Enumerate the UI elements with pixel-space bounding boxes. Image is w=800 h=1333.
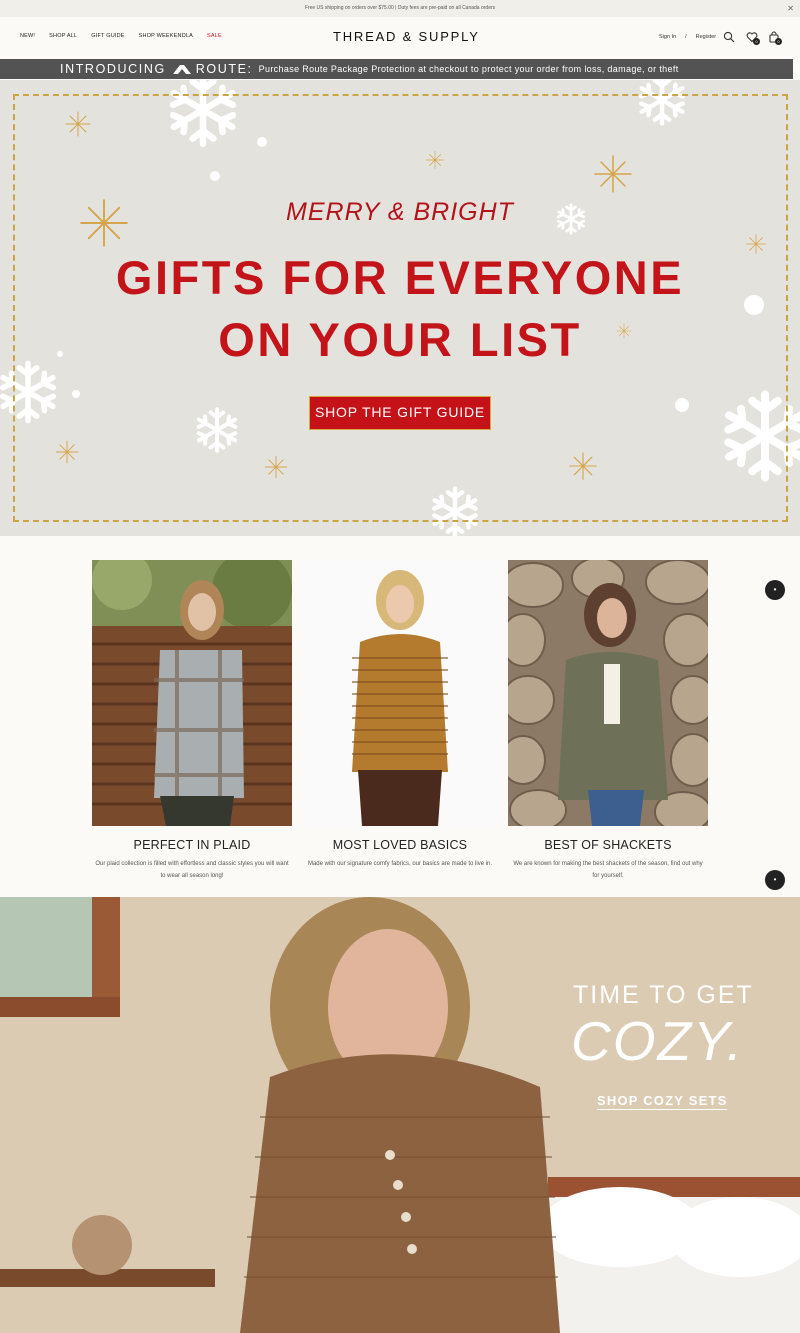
- sign-in-link[interactable]: Sign In: [659, 34, 676, 40]
- hero-kicker: MERRY & BRIGHT: [286, 198, 514, 226]
- shop-gift-guide-button[interactable]: SHOP THE GIFT GUIDE: [309, 396, 491, 430]
- nav-item-gift-guide[interactable]: GIFT GUIDE: [91, 33, 124, 39]
- gift-guide-hero: MERRY & BRIGHT GIFTS FOR EVERYONE ON YOU…: [0, 80, 800, 536]
- account-links: Sign In / Register: [659, 34, 716, 40]
- cozy-heading-line2: COZY.: [571, 1010, 745, 1072]
- announcement-bar: Free US shipping on orders over $75.00 |…: [0, 0, 800, 17]
- nav-item-shop-all[interactable]: SHOP ALL: [49, 33, 77, 39]
- cozy-photo: [0, 897, 800, 1333]
- route-logo-icon: [172, 65, 191, 74]
- category-tiles: PERFECT IN PLAID Our plaid collection is…: [0, 536, 800, 897]
- plaid-photo: [92, 560, 292, 826]
- shackets-image[interactable]: [508, 560, 708, 826]
- floating-action-button-top[interactable]: •: [765, 580, 785, 600]
- shackets-photo: [508, 560, 708, 826]
- category-desc-shackets: We are known for making the best shacket…: [513, 861, 703, 879]
- route-message: Purchase Route Package Protection at che…: [258, 64, 679, 74]
- category-desc-plaid: Our plaid collection is filled with effo…: [95, 861, 289, 879]
- plaid-image[interactable]: [92, 560, 292, 826]
- category-title-basics[interactable]: MOST LOVED BASICS: [300, 838, 500, 852]
- nav-item-shop-weekendla[interactable]: SHOP WEEKENDLA: [139, 33, 193, 39]
- nav-item-new[interactable]: NEW!: [20, 33, 35, 39]
- cozy-heading-line1: TIME TO GET: [573, 981, 754, 1009]
- category-tile-basics[interactable]: MOST LOVED BASICS Made with our signatur…: [300, 560, 500, 870]
- category-title-shackets[interactable]: BEST OF SHACKETS: [508, 838, 708, 852]
- hero-title-line2: ON YOUR LIST: [218, 313, 582, 366]
- category-tile-plaid[interactable]: PERFECT IN PLAID Our plaid collection is…: [92, 560, 292, 882]
- account-separator: /: [685, 34, 687, 40]
- close-icon[interactable]: ✕: [787, 0, 794, 17]
- category-title-plaid[interactable]: PERFECT IN PLAID: [92, 838, 292, 852]
- announcement-text: Free US shipping on orders over $75.00 |…: [304, 5, 496, 11]
- category-tile-shackets[interactable]: BEST OF SHACKETS We are known for making…: [508, 560, 708, 882]
- basics-photo: [300, 560, 500, 826]
- nav-item-sale[interactable]: SALE: [207, 33, 222, 39]
- main-nav: NEW! SHOP ALL GIFT GUIDE SHOP WEEKENDLA …: [20, 33, 222, 39]
- route-brand-text: ROUTE:: [195, 62, 253, 76]
- route-protection-banner[interactable]: INTRODUCING ROUTE: Purchase Route Packag…: [0, 59, 793, 79]
- wishlist-count-badge: 0: [753, 38, 760, 45]
- floating-action-button-bottom[interactable]: •: [765, 870, 785, 890]
- category-desc-basics: Made with our signature comfy fabrics, o…: [307, 861, 493, 867]
- site-header: NEW! SHOP ALL GIFT GUIDE SHOP WEEKENDLA …: [0, 17, 800, 58]
- cozy-sets-banner[interactable]: TIME TO GET COZY. SHOP COZY SETS: [0, 897, 800, 1333]
- brand-logo[interactable]: THREAD & SUPPLY: [333, 29, 480, 44]
- register-link[interactable]: Register: [696, 34, 716, 40]
- shop-cozy-sets-link[interactable]: SHOP COZY SETS: [597, 1093, 728, 1110]
- gold-dashed-frame: [13, 94, 788, 522]
- hero-title-line1: GIFTS FOR EVERYONE: [115, 251, 685, 304]
- route-introducing-text: INTRODUCING: [60, 62, 166, 76]
- cart-count-badge: 0: [775, 38, 782, 45]
- search-icon[interactable]: [723, 31, 735, 43]
- basics-image[interactable]: [300, 560, 500, 826]
